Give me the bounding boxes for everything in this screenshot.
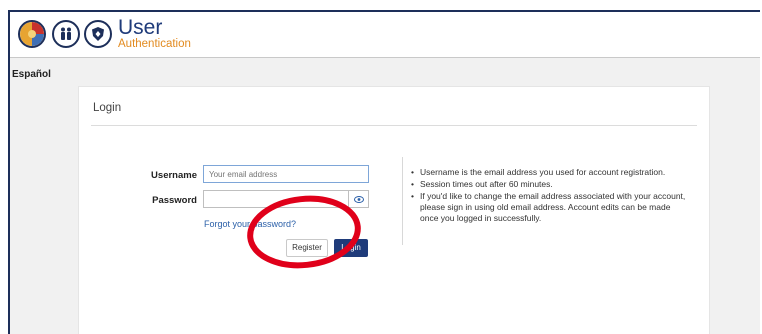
help-notes: Username is the email address you used f… <box>411 167 689 225</box>
login-title: Login <box>93 102 122 114</box>
app-title: User <box>118 16 163 39</box>
username-input[interactable] <box>203 165 369 183</box>
app-frame: User Authentication Español Login Userna… <box>8 10 760 334</box>
family-icon <box>52 20 80 48</box>
note-item: Session times out after 60 minutes. <box>411 179 689 190</box>
app-subtitle: Authentication <box>118 38 191 50</box>
county-seal-icon <box>18 20 46 48</box>
note-item: If you'd like to change the email addres… <box>411 191 689 224</box>
note-item: Username is the email address you used f… <box>411 167 689 178</box>
header: User Authentication <box>10 12 760 58</box>
language-link[interactable]: Español <box>12 69 51 80</box>
annotation-circle <box>247 195 361 269</box>
login-card: Login Username Password Forgot your pass… <box>78 86 710 334</box>
password-label: Password <box>152 195 197 206</box>
username-label: Username <box>151 170 197 181</box>
vertical-divider <box>402 157 403 245</box>
title-divider <box>91 125 697 126</box>
shield-icon <box>84 20 112 48</box>
